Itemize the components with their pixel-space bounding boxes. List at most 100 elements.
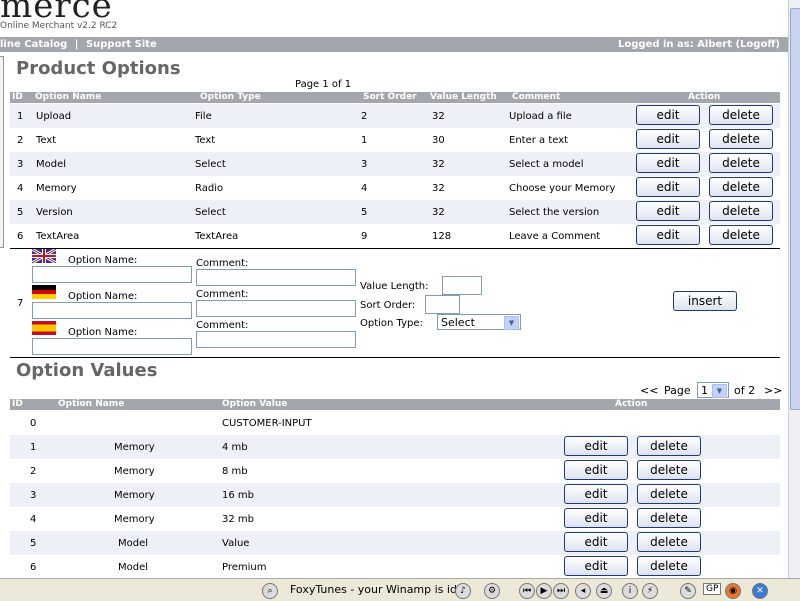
pager-page-label: Page bbox=[664, 384, 691, 397]
value-id: 5 bbox=[30, 538, 37, 549]
value-row: 1 Memory 4 mb edit delete bbox=[10, 435, 780, 459]
delete-button[interactable]: delete bbox=[637, 532, 701, 552]
edit-button[interactable]: edit bbox=[636, 153, 700, 173]
edit-button[interactable]: edit bbox=[564, 508, 628, 528]
uk-flag-icon[interactable] bbox=[32, 249, 56, 263]
value-id: 3 bbox=[30, 490, 37, 501]
delete-button[interactable]: delete bbox=[637, 436, 701, 456]
eject-icon[interactable]: ⏏ bbox=[596, 583, 612, 599]
spanish-flag-icon[interactable] bbox=[32, 321, 56, 335]
delete-button[interactable]: delete bbox=[637, 508, 701, 528]
option-comment: Leave a Comment bbox=[509, 231, 601, 242]
tool-icon[interactable]: ✎ bbox=[680, 583, 696, 599]
german-flag-icon[interactable] bbox=[32, 285, 56, 299]
option-comment: Upload a file bbox=[509, 111, 572, 122]
col-option-name: Option Name bbox=[35, 92, 102, 102]
play-icon[interactable]: ▶ bbox=[536, 583, 552, 599]
delete-button[interactable]: delete bbox=[709, 105, 773, 125]
page-select[interactable]: 1 ▼ bbox=[697, 382, 729, 398]
option-length: 32 bbox=[432, 183, 445, 194]
pager-next-link[interactable]: >> bbox=[764, 384, 782, 397]
search-icon[interactable]: ⌕ bbox=[262, 583, 278, 599]
firefox-icon[interactable]: ◉ bbox=[725, 583, 741, 599]
value-row: 5 Model Value edit delete bbox=[10, 531, 780, 555]
edit-button[interactable]: edit bbox=[564, 556, 628, 576]
pager-prev-link[interactable]: << bbox=[640, 384, 658, 397]
comment-input-es[interactable] bbox=[196, 331, 356, 348]
option-sort: 3 bbox=[361, 159, 368, 170]
lightning-icon[interactable]: ⚡ bbox=[642, 583, 658, 599]
next-track-icon[interactable]: ⏭ bbox=[553, 583, 569, 599]
comment-input-en[interactable] bbox=[196, 269, 356, 286]
value-length-label: Value Length: bbox=[360, 281, 429, 292]
edit-button[interactable]: edit bbox=[564, 460, 628, 480]
option-row: 6 TextArea TextArea 9 128 Leave a Commen… bbox=[10, 224, 780, 248]
version-subtitle: Online Merchant v2.2 RC2 bbox=[0, 21, 118, 31]
form-divider-top bbox=[10, 248, 780, 249]
col-value-length: Value Length bbox=[430, 92, 497, 102]
option-length: 128 bbox=[432, 231, 452, 242]
value-option-name: Memory bbox=[114, 490, 155, 501]
option-row: 3 Model Select 3 32 Select a model edit … bbox=[10, 152, 780, 176]
delete-button[interactable]: delete bbox=[637, 460, 701, 480]
edit-button[interactable]: edit bbox=[636, 129, 700, 149]
option-row: 2 Text Text 1 30 Enter a text edit delet… bbox=[10, 128, 780, 152]
option-values-title: Option Values bbox=[16, 360, 158, 381]
nav-link-online-catalog[interactable]: line Catalog bbox=[0, 39, 67, 50]
volume-down-icon[interactable]: ◂ bbox=[575, 583, 591, 599]
col-sort-order: Sort Order bbox=[363, 92, 417, 102]
settings-icon[interactable]: ⚙ bbox=[484, 583, 500, 599]
options-table-header: ID Option Name Option Type Sort Order Va… bbox=[10, 92, 780, 103]
option-id: 4 bbox=[17, 183, 24, 194]
delete-button[interactable]: delete bbox=[709, 225, 773, 245]
delete-button[interactable]: delete bbox=[637, 556, 701, 576]
delete-button[interactable]: delete bbox=[709, 201, 773, 221]
option-type-select[interactable]: Select ▼ bbox=[437, 314, 521, 330]
addon-icon[interactable]: ✕ bbox=[752, 583, 768, 599]
comment-input-de[interactable] bbox=[196, 300, 356, 317]
option-id: 6 bbox=[17, 231, 24, 242]
winamp-icon[interactable]: ♪ bbox=[455, 583, 471, 599]
foxytunes-status[interactable]: FoxyTunes - your Winamp is idl bbox=[290, 583, 460, 596]
edit-button[interactable]: edit bbox=[564, 532, 628, 552]
value-option-name: Memory bbox=[114, 514, 155, 525]
option-type-label: Option Type: bbox=[360, 318, 423, 329]
option-type: TextArea bbox=[195, 231, 239, 242]
edit-button[interactable]: edit bbox=[636, 225, 700, 245]
logged-in-status[interactable]: Logged in as: Albert (Logoff) bbox=[618, 39, 780, 50]
page-select-value: 1 bbox=[701, 384, 708, 397]
delete-button[interactable]: delete bbox=[709, 129, 773, 149]
option-name-input-en[interactable] bbox=[32, 266, 192, 283]
option-length: 30 bbox=[432, 135, 445, 146]
top-nav-bar: line Catalog | Support Site Logged in as… bbox=[0, 37, 788, 52]
edit-button[interactable]: edit bbox=[636, 105, 700, 125]
scrollbar-thumb[interactable] bbox=[790, 8, 800, 410]
option-id: 1 bbox=[17, 111, 24, 122]
option-id: 5 bbox=[17, 207, 24, 218]
value-id: 1 bbox=[30, 442, 37, 453]
edit-button[interactable]: edit bbox=[636, 177, 700, 197]
value-length-input[interactable] bbox=[442, 276, 482, 295]
option-name-input-de[interactable] bbox=[32, 302, 192, 319]
value-option-name: Model bbox=[118, 538, 149, 549]
gp-badge[interactable]: GP bbox=[703, 583, 722, 595]
col-id: ID bbox=[12, 399, 23, 409]
insert-button[interactable]: insert bbox=[673, 291, 737, 311]
col-option-value: Option Value bbox=[222, 399, 288, 409]
edit-button[interactable]: edit bbox=[636, 201, 700, 221]
option-name: Model bbox=[36, 159, 67, 170]
option-name-label-es: Option Name: bbox=[68, 327, 138, 338]
delete-button[interactable]: delete bbox=[637, 484, 701, 504]
sort-order-input[interactable] bbox=[425, 295, 460, 314]
previous-track-icon[interactable]: ⏮ bbox=[519, 583, 535, 599]
delete-button[interactable]: delete bbox=[709, 177, 773, 197]
option-name-input-es[interactable] bbox=[32, 338, 192, 355]
sort-order-label: Sort Order: bbox=[360, 300, 416, 311]
edit-button[interactable]: edit bbox=[564, 436, 628, 456]
info-icon[interactable]: i bbox=[622, 583, 638, 599]
values-table-header: ID Option Name Option Value Action bbox=[10, 399, 780, 410]
nav-link-support-site[interactable]: Support Site bbox=[86, 39, 157, 50]
delete-button[interactable]: delete bbox=[709, 153, 773, 173]
edit-button[interactable]: edit bbox=[564, 484, 628, 504]
option-sort: 4 bbox=[361, 183, 368, 194]
